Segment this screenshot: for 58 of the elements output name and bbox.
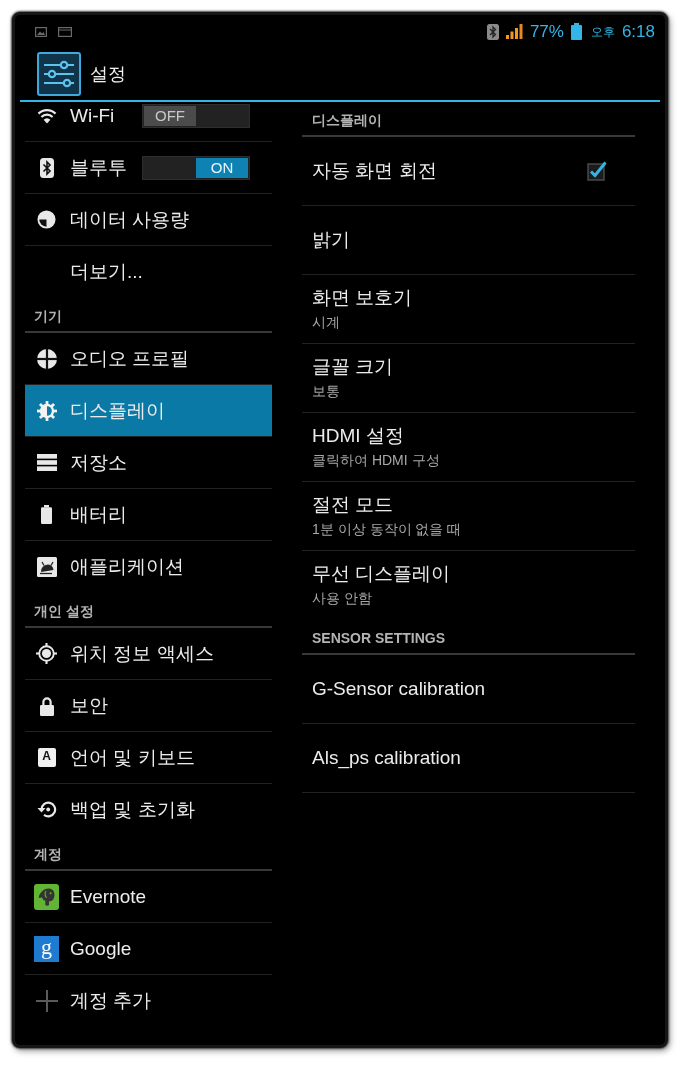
toggle-switch[interactable]: OFF bbox=[142, 103, 250, 128]
sidebar-item[interactable]: Evernote bbox=[25, 871, 272, 922]
battery-percent: 77% bbox=[529, 21, 564, 42]
setting-item[interactable]: 밝기 bbox=[302, 206, 635, 274]
section-header: 개인 설정 bbox=[34, 602, 94, 620]
section-header: 계정 bbox=[34, 845, 62, 863]
plus-icon bbox=[35, 989, 58, 1012]
checkbox[interactable] bbox=[587, 161, 607, 181]
time-period: 오후 bbox=[590, 23, 615, 40]
image-icon bbox=[35, 26, 47, 37]
sidebar-item[interactable]: 위치 정보 액세스 bbox=[25, 628, 272, 679]
sidebar-item[interactable]: 저장소 bbox=[25, 437, 272, 488]
section-header: 디스플레이 bbox=[312, 111, 382, 129]
target-icon bbox=[36, 643, 57, 664]
sidebar-item[interactable]: A 언어 및 키보드 bbox=[25, 732, 272, 783]
brightness-icon bbox=[36, 400, 57, 421]
setting-item[interactable]: 자동 화면 회전 bbox=[302, 137, 587, 205]
sidebar-item[interactable]: 백업 및 초기화 bbox=[25, 784, 272, 835]
bluetooth-icon bbox=[39, 157, 54, 178]
wifi-icon bbox=[36, 107, 57, 124]
window-icon bbox=[58, 26, 72, 37]
keyboard-key-icon: A bbox=[37, 748, 56, 767]
sidebar-item[interactable]: 계정 추가 bbox=[25, 975, 272, 1026]
section-header: SENSOR SETTINGS bbox=[312, 629, 446, 647]
app-tile-icon bbox=[36, 556, 57, 577]
setting-item[interactable]: G-Sensor calibration bbox=[302, 655, 635, 723]
battery-icon bbox=[41, 505, 52, 524]
battery-icon bbox=[570, 23, 582, 40]
sliders-icon[interactable] bbox=[37, 52, 81, 96]
setting-item[interactable]: Als_ps calibration bbox=[302, 724, 635, 792]
pie-chart-icon bbox=[37, 210, 56, 229]
sidebar-item[interactable]: 보안 bbox=[25, 680, 272, 731]
sidebar-item[interactable]: 배터리 bbox=[25, 489, 272, 540]
sidebar-item[interactable]: 애플리케이션 bbox=[25, 541, 272, 592]
circular-arrow-icon bbox=[36, 800, 57, 819]
divided-circle-icon bbox=[36, 348, 57, 369]
sidebar-item[interactable]: g Google bbox=[25, 923, 272, 974]
elephant-icon bbox=[34, 883, 59, 910]
toggle-switch[interactable]: ON bbox=[142, 155, 250, 180]
sidebar-item[interactable]: 오디오 프로필 bbox=[25, 333, 272, 384]
section-header: 기기 bbox=[34, 307, 62, 325]
setting-item[interactable]: 절전 모드 1분 이상 동작이 없을 때 bbox=[302, 482, 635, 550]
sidebar-item[interactable]: 더보기... bbox=[25, 246, 272, 297]
setting-item[interactable]: 글꼴 크기 보통 bbox=[302, 344, 635, 412]
signal-icon bbox=[505, 24, 523, 39]
screen-title: 설정 bbox=[90, 63, 126, 86]
setting-item[interactable]: 화면 보호기 시계 bbox=[302, 275, 635, 343]
stacked-bars-icon bbox=[36, 454, 57, 471]
sidebar-item[interactable]: 데이터 사용량 bbox=[25, 194, 272, 245]
bluetooth-icon bbox=[486, 23, 499, 40]
setting-item[interactable]: 무선 디스플레이 사용 안함 bbox=[302, 551, 635, 619]
sidebar-item[interactable]: 디스플레이 bbox=[25, 385, 272, 436]
clock-time: 6:18 bbox=[621, 21, 655, 42]
sidebar-item[interactable]: 블루투 bbox=[25, 142, 142, 193]
letter-tile-icon: g bbox=[34, 935, 59, 962]
lock-icon bbox=[38, 695, 55, 716]
setting-item[interactable]: HDMI 설정 클릭하여 HDMI 구성 bbox=[302, 413, 635, 481]
sidebar-item[interactable]: Wi-Fi bbox=[25, 102, 142, 141]
